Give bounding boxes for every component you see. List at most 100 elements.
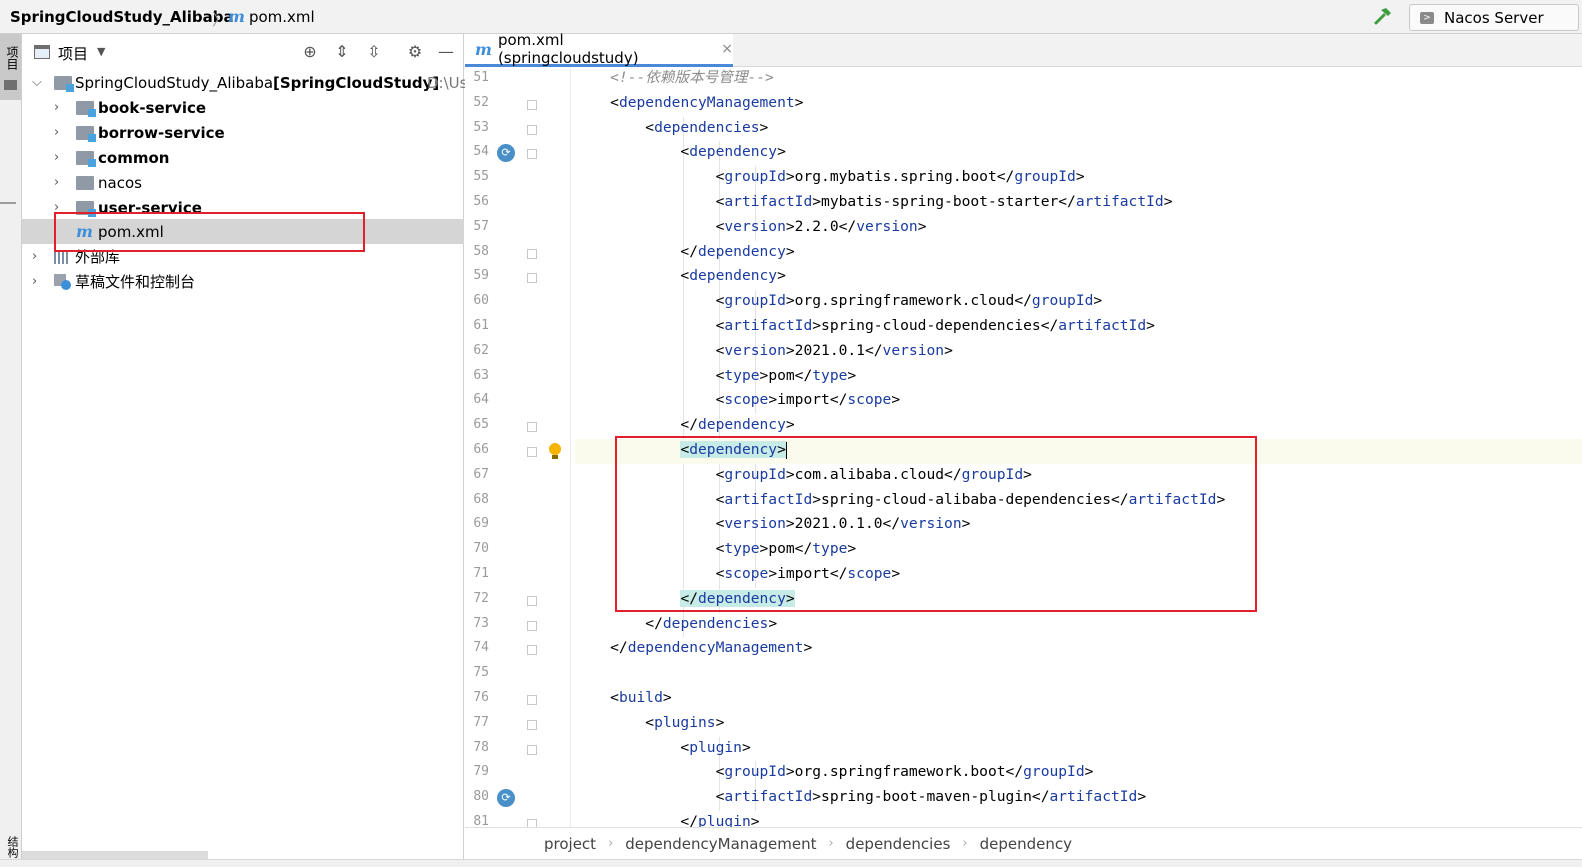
code-line[interactable]: <dependency> xyxy=(575,265,785,290)
tree-item-book-service[interactable]: › book-service xyxy=(22,95,464,120)
chevron-right-icon[interactable]: › xyxy=(32,274,37,289)
breadcrumb-file[interactable]: m pom.xml xyxy=(228,7,315,26)
gear-icon[interactable]: ⚙ xyxy=(405,42,425,62)
run-configuration-selector[interactable]: > Nacos Server xyxy=(1409,4,1579,31)
code-line[interactable]: <groupId>org.mybatis.spring.boot</groupI… xyxy=(575,166,1085,191)
line-number: 54 xyxy=(473,144,489,160)
maven-file-icon: m xyxy=(475,39,492,59)
fold-marker-icon[interactable] xyxy=(527,595,537,606)
code-line[interactable]: <dependencies> xyxy=(575,117,768,142)
fold-marker-icon[interactable] xyxy=(527,422,537,433)
code-line[interactable]: <!--依赖版本号管理--> xyxy=(575,67,774,92)
project-tool-tab[interactable]: 项目 xyxy=(0,34,21,100)
chevron-right-icon[interactable]: › xyxy=(54,125,59,140)
code-editor[interactable]: 51 52 53 54 ⟳ 55 56 57 58 59 60 61 62 63 64 65 66 67 68 69 7… xyxy=(465,67,1582,827)
code-line[interactable]: <dependency> xyxy=(575,439,1582,464)
tree-item-borrow-service[interactable]: › borrow-service xyxy=(22,120,464,145)
code-line[interactable]: <dependencyManagement> xyxy=(575,92,803,117)
code-line[interactable]: </dependencyManagement> xyxy=(575,637,812,662)
chevron-right-icon[interactable]: › xyxy=(54,200,59,215)
fold-marker-icon[interactable] xyxy=(527,99,537,110)
code-line[interactable]: <plugin> xyxy=(575,737,750,762)
fold-marker-icon[interactable] xyxy=(527,248,537,259)
locate-file-icon[interactable]: ⊕ xyxy=(300,42,320,62)
chevron-right-icon[interactable]: › xyxy=(54,175,59,190)
chevron-down-icon[interactable]: ⌵ xyxy=(32,75,42,90)
expand-all-icon[interactable]: ⇕ xyxy=(332,42,352,62)
line-number: 72 xyxy=(473,590,489,606)
fold-marker-icon[interactable] xyxy=(527,124,537,135)
code-line[interactable]: <dependency> xyxy=(575,141,785,166)
chevron-right-icon[interactable]: › xyxy=(32,249,37,264)
module-folder-icon xyxy=(76,200,96,217)
fold-marker-icon[interactable] xyxy=(527,645,537,656)
fold-marker-icon[interactable] xyxy=(527,273,537,284)
line-number: 60 xyxy=(473,293,489,309)
fold-marker-icon[interactable] xyxy=(527,447,537,457)
code-line[interactable]: <artifactId>mybatis-spring-boot-starter<… xyxy=(575,191,1173,216)
code-line[interactable]: <plugins> xyxy=(575,712,724,737)
tab-pom-xml[interactable]: m pom.xml (springcloudstudy) × xyxy=(465,31,733,67)
module-folder-icon xyxy=(76,100,96,117)
code-line[interactable]: <scope>import</scope> xyxy=(575,389,901,414)
fold-marker-icon[interactable] xyxy=(527,620,537,631)
code-line[interactable]: </dependencies> xyxy=(575,613,777,638)
breadcrumb-dependency[interactable]: dependency xyxy=(980,835,1072,853)
tree-item-common[interactable]: › common xyxy=(22,145,464,170)
code-line[interactable]: <version>2.2.0</version> xyxy=(575,216,927,241)
breadcrumb-dependencies[interactable]: dependencies xyxy=(846,835,951,853)
fold-marker-icon[interactable] xyxy=(527,819,537,827)
code-line[interactable]: </dependency> xyxy=(575,588,795,613)
breadcrumb-project[interactable]: SpringCloudStudy_Alibaba xyxy=(10,8,234,26)
structure-tool-tab[interactable]: 结构 xyxy=(4,836,20,858)
code-line[interactable]: </dependency> xyxy=(575,241,794,266)
breadcrumb-project[interactable]: project xyxy=(544,835,596,853)
intention-bulb-icon[interactable] xyxy=(549,443,561,459)
dependency-navigation-icon[interactable]: ⟳ xyxy=(497,789,515,808)
code-line[interactable]: <groupId>org.springframework.cloud</grou… xyxy=(575,290,1103,315)
chevron-right-icon[interactable]: › xyxy=(54,100,59,115)
code-line[interactable]: </dependency> xyxy=(575,414,794,439)
code-line[interactable]: <groupId>com.alibaba.cloud</groupId> xyxy=(575,464,1032,489)
tree-item-nacos[interactable]: › nacos xyxy=(22,170,464,195)
fold-marker-icon[interactable] xyxy=(527,149,537,160)
code-line[interactable]: <scope>import</scope> xyxy=(575,563,901,588)
fold-marker-icon[interactable] xyxy=(527,719,537,730)
build-hammer-icon[interactable] xyxy=(1372,5,1394,27)
code-line[interactable]: <version>2021.0.1.0</version> xyxy=(575,513,971,538)
code-line[interactable]: <build> xyxy=(575,687,672,712)
tree-item-label: borrow-service xyxy=(98,123,225,142)
code-line[interactable]: <type>pom</type> xyxy=(575,365,857,390)
code-line[interactable]: <version>2021.0.1</version> xyxy=(575,340,953,365)
line-number: 64 xyxy=(473,392,489,408)
tree-item-user-service[interactable]: › user-service xyxy=(22,195,464,220)
tree-item-module: [SpringCloudStudy] xyxy=(273,73,440,92)
tree-item-root[interactable]: ⌵ SpringCloudStudy_Alibaba [SpringCloudS… xyxy=(22,70,467,95)
code-line[interactable]: <artifactId>spring-cloud-alibaba-depende… xyxy=(575,489,1226,514)
status-bar xyxy=(0,859,1582,867)
code-line[interactable]: <artifactId>spring-cloud-dependencies</a… xyxy=(575,315,1155,340)
line-number: 58 xyxy=(473,243,489,259)
tree-item-scratches[interactable]: › 草稿文件和控制台 xyxy=(22,269,464,294)
code-line[interactable]: </plugin> xyxy=(575,811,759,827)
chevron-right-icon[interactable]: › xyxy=(54,150,59,165)
project-panel-title[interactable]: 项目 xyxy=(58,43,88,64)
code-line[interactable]: <type>pom</type> xyxy=(575,538,857,563)
hide-panel-icon[interactable]: — xyxy=(436,42,456,62)
tree-item-external-libraries[interactable]: › 外部库 xyxy=(22,244,464,269)
breadcrumb-file-label: pom.xml xyxy=(248,7,315,26)
code-line[interactable]: <artifactId>spring-boot-maven-plugin</ar… xyxy=(575,786,1147,811)
tree-item-pom-xml[interactable]: m pom.xml xyxy=(22,219,464,244)
chevron-down-icon[interactable]: ▼ xyxy=(97,45,105,58)
close-icon[interactable]: × xyxy=(721,41,733,57)
collapse-all-icon[interactable]: ⇳ xyxy=(364,42,384,62)
horizontal-scrollbar[interactable] xyxy=(22,851,208,859)
fold-marker-icon[interactable] xyxy=(527,695,537,705)
dependency-navigation-icon[interactable]: ⟳ xyxy=(497,144,515,163)
module-folder-icon xyxy=(54,75,74,92)
fold-marker-icon[interactable] xyxy=(527,744,537,755)
code-line[interactable]: <groupId>org.springframework.boot</group… xyxy=(575,761,1094,786)
code-area[interactable]: <!--依赖版本号管理--> <dependencyManagement> <d… xyxy=(575,67,1582,827)
breadcrumb-dependency-management[interactable]: dependencyManagement xyxy=(625,835,816,853)
module-folder-icon xyxy=(76,125,96,142)
